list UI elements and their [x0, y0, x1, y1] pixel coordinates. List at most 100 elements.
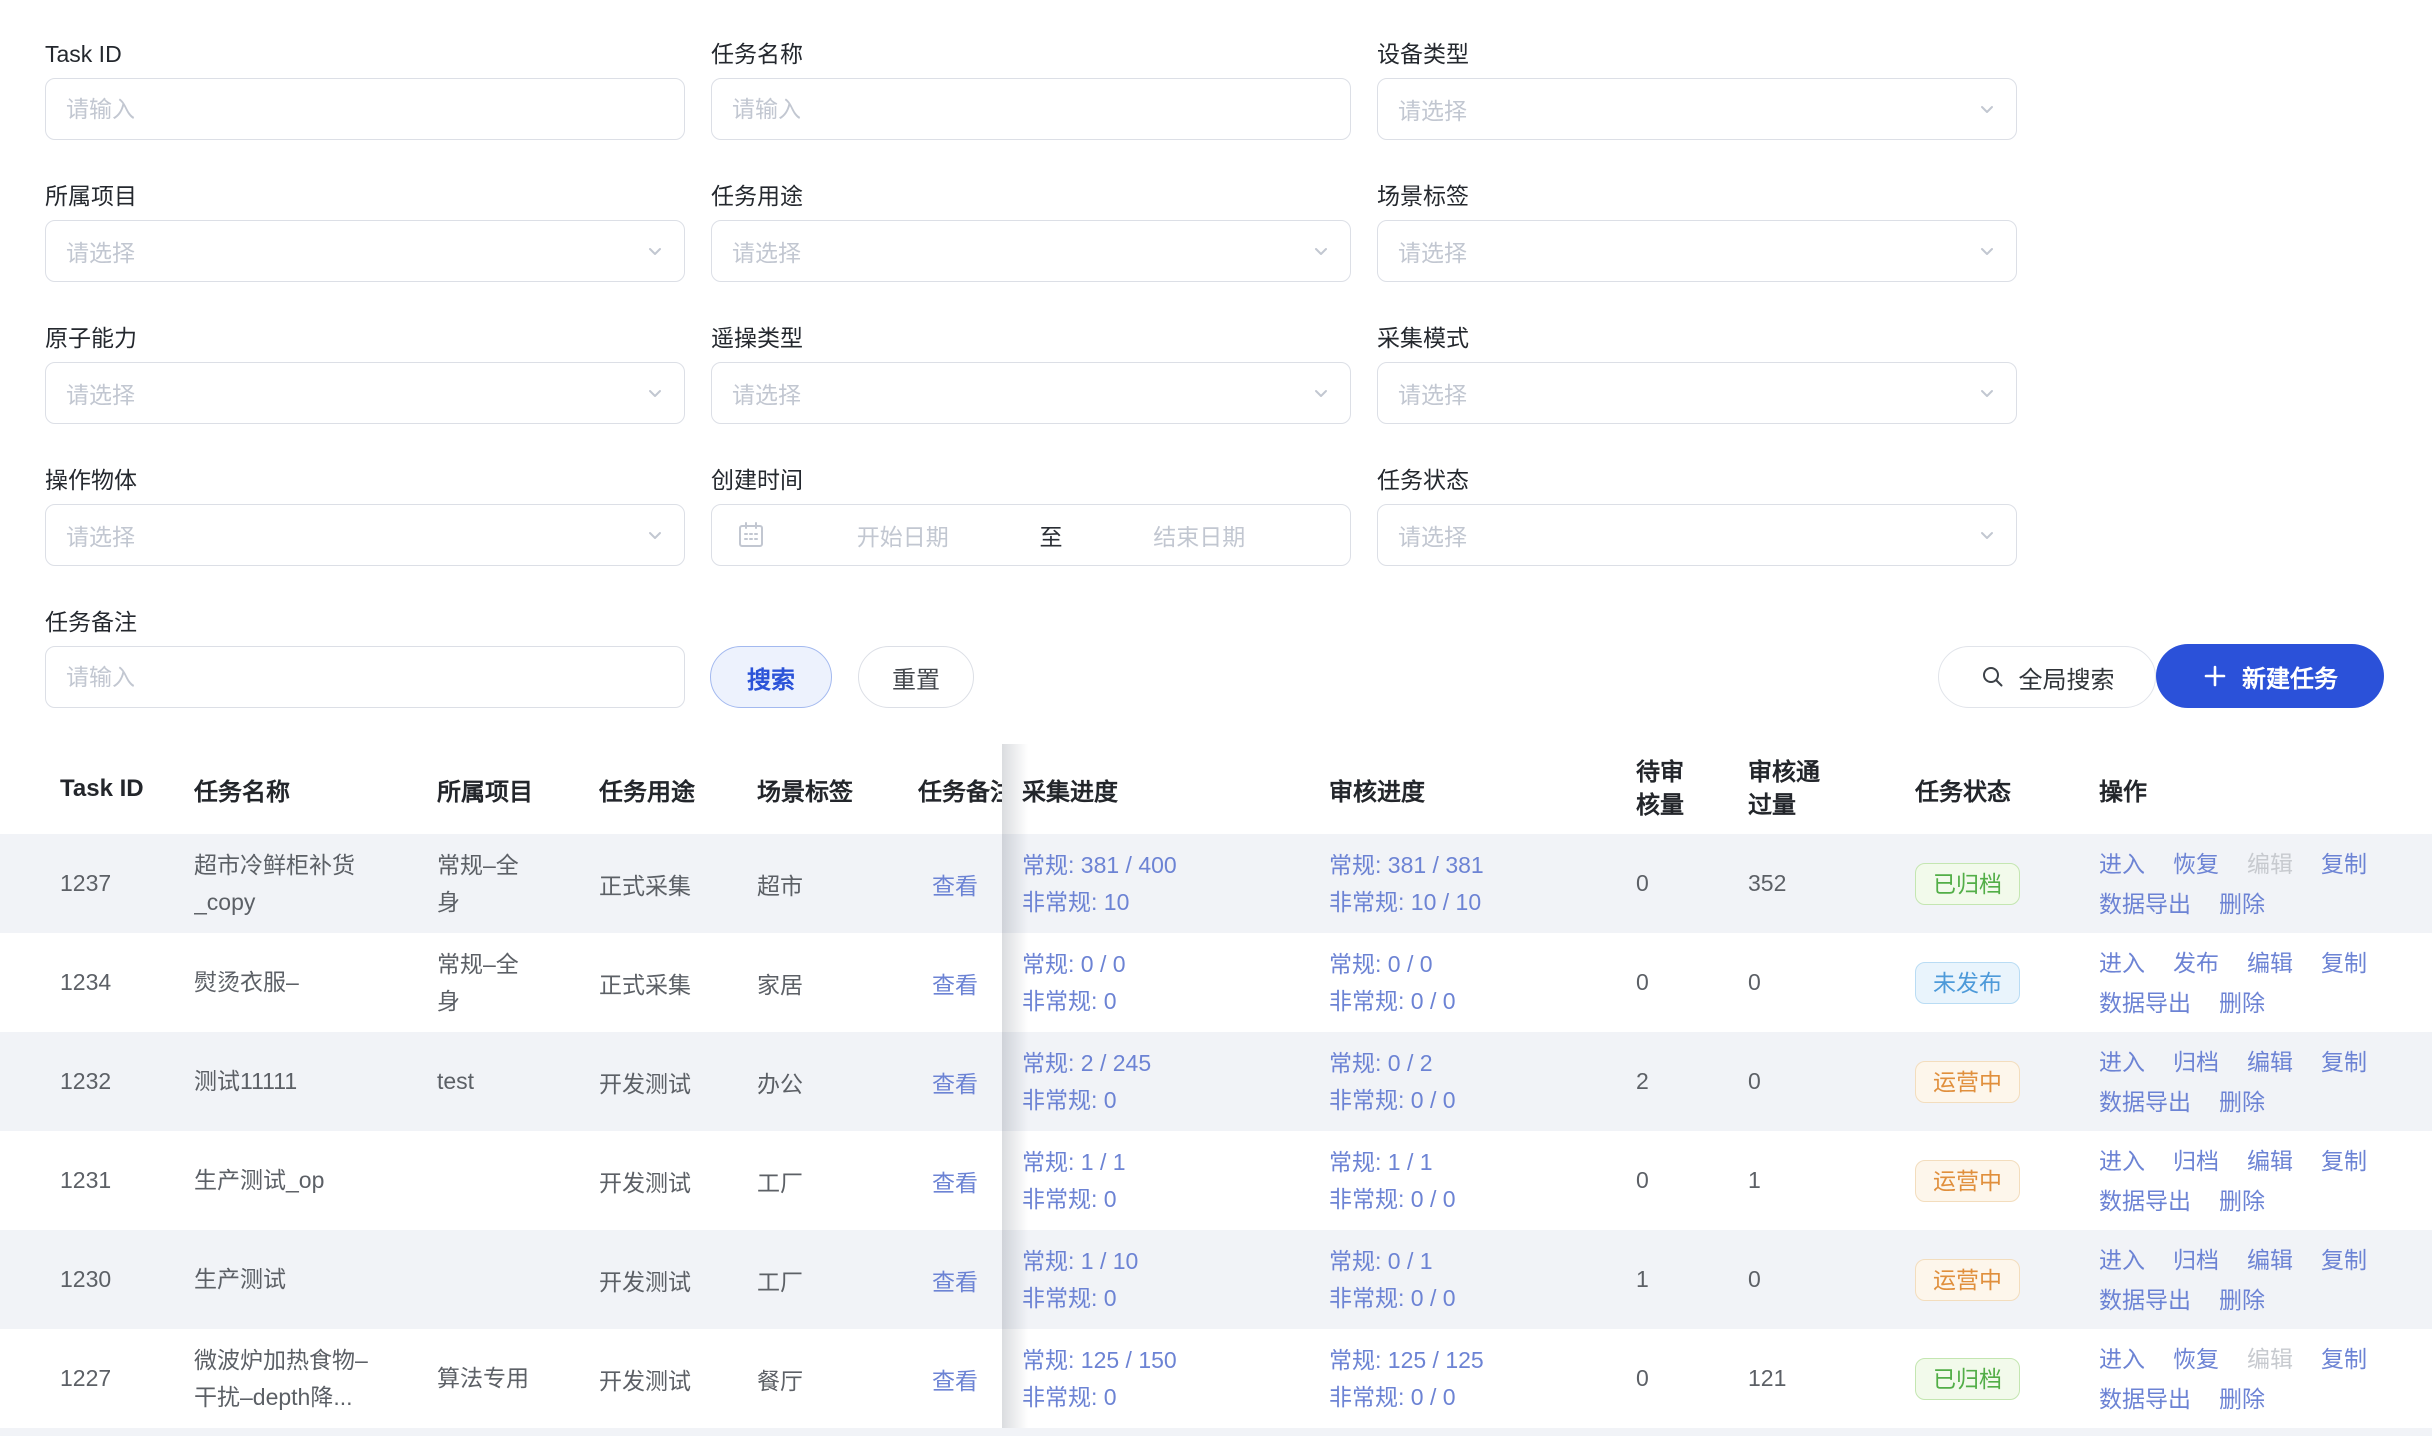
data-export-link[interactable]: 数据导出	[2099, 1386, 2191, 1412]
pending-count: 0	[1616, 1329, 1728, 1428]
project-select[interactable]: 请选择	[45, 220, 685, 282]
review-progress: 常规: 0 / 1非常规: 0 / 0	[1329, 1243, 1616, 1317]
archive-link[interactable]: 归档	[2173, 1247, 2219, 1273]
pending-count: 0	[1616, 834, 1728, 933]
archive-link[interactable]: 归档	[2173, 1049, 2219, 1075]
reset-button[interactable]: 重置	[858, 646, 974, 708]
collect-mode-select[interactable]: 请选择	[1377, 362, 2017, 424]
col-header-scene: 场景标签	[757, 744, 918, 834]
copy-link[interactable]: 复制	[2321, 1247, 2367, 1273]
delete-link[interactable]: 删除	[2219, 1287, 2265, 1313]
copy-link[interactable]: 复制	[2321, 1049, 2367, 1075]
data-export-link[interactable]: 数据导出	[2099, 990, 2191, 1016]
status-badge: 未发布	[1915, 962, 2020, 1004]
enter-link[interactable]: 进入	[2099, 1247, 2145, 1273]
task-status-placeholder: 请选择	[1398, 518, 1467, 552]
restore-link[interactable]: 恢复	[2173, 851, 2219, 877]
purpose-cell: 开发测试	[599, 1230, 757, 1329]
teleop-type-select[interactable]: 请选择	[711, 362, 1351, 424]
task-id-input[interactable]	[66, 79, 664, 139]
field-task-note: 任务备注	[45, 608, 685, 708]
copy-link[interactable]: 复制	[2321, 851, 2367, 877]
archive-link[interactable]: 归档	[2173, 1148, 2219, 1174]
edit-link[interactable]: 编辑	[2247, 1247, 2293, 1273]
field-scene-tag: 场景标签 请选择	[1377, 182, 2017, 282]
data-export-link[interactable]: 数据导出	[2099, 891, 2191, 917]
delete-link[interactable]: 删除	[2219, 1386, 2265, 1412]
project-cell	[437, 1230, 599, 1329]
enter-link[interactable]: 进入	[2099, 1049, 2145, 1075]
collect-mode-label: 采集模式	[1377, 324, 2017, 352]
col-header-status: 任务状态	[1895, 744, 2079, 834]
object-placeholder: 请选择	[66, 518, 135, 552]
view-note-link[interactable]: 查看	[932, 1071, 978, 1097]
purpose-select[interactable]: 请选择	[711, 220, 1351, 282]
publish-link[interactable]: 发布	[2173, 950, 2219, 976]
task-note-input[interactable]	[66, 647, 664, 707]
data-export-link[interactable]: 数据导出	[2099, 1089, 2191, 1115]
atomic-ability-select[interactable]: 请选择	[45, 362, 685, 424]
data-export-link[interactable]: 数据导出	[2099, 1188, 2191, 1214]
task-status-select[interactable]: 请选择	[1377, 504, 2017, 566]
device-type-select[interactable]: 请选择	[1377, 78, 2017, 140]
table-row: 1237 超市冷鲜柜补货_copy 常规–全身 正式采集 超市 查看	[0, 834, 1002, 933]
table-row: 1234 熨烫衣服– 常规–全身 正式采集 家居 查看	[0, 933, 1002, 1032]
field-task-name: 任务名称	[711, 40, 1351, 140]
object-select[interactable]: 请选择	[45, 504, 685, 566]
teleop-type-label: 遥操类型	[711, 324, 1351, 352]
view-note-link[interactable]: 查看	[932, 1269, 978, 1295]
enter-link[interactable]: 进入	[2099, 950, 2145, 976]
field-teleop-type: 遥操类型 请选择	[711, 324, 1351, 424]
review-progress: 常规: 125 / 125非常规: 0 / 0	[1329, 1342, 1616, 1416]
enter-link[interactable]: 进入	[2099, 1148, 2145, 1174]
view-note-link[interactable]: 查看	[932, 873, 978, 899]
chevron-down-icon	[1310, 240, 1332, 262]
end-date-placeholder: 结束日期	[1069, 518, 1331, 552]
object-label: 操作物体	[45, 466, 685, 494]
col-header-review-progress: 审核进度	[1309, 744, 1616, 834]
collect-progress: 常规: 2 / 245非常规: 0	[1022, 1045, 1309, 1119]
delete-link[interactable]: 删除	[2219, 1188, 2265, 1214]
data-export-link[interactable]: 数据导出	[2099, 1287, 2191, 1313]
edit-link[interactable]: 编辑	[2247, 1049, 2293, 1075]
delete-link[interactable]: 删除	[2219, 990, 2265, 1016]
create-task-button[interactable]: 新建任务	[2156, 644, 2384, 708]
task-name-input[interactable]	[732, 79, 1330, 139]
task-status-label: 任务状态	[1377, 466, 2017, 494]
chevron-down-icon	[644, 524, 666, 546]
search-button[interactable]: 搜索	[710, 646, 832, 708]
review-progress: 常规: 0 / 2非常规: 0 / 0	[1329, 1045, 1616, 1119]
create-time-range-picker[interactable]: 开始日期 至 结束日期	[711, 504, 1351, 566]
scene-cell: 超市	[757, 834, 918, 933]
field-device-type: 设备类型 请选择	[1377, 40, 2017, 140]
edit-link[interactable]: 编辑	[2247, 950, 2293, 976]
enter-link[interactable]: 进入	[2099, 1346, 2145, 1372]
date-range-separator: 至	[1034, 518, 1069, 552]
field-task-status: 任务状态 请选择	[1377, 466, 2017, 566]
view-note-link[interactable]: 查看	[932, 972, 978, 998]
task-name-cell: 生产测试_op	[194, 1131, 437, 1230]
global-search-button[interactable]: 全局搜索	[1938, 646, 2156, 708]
row-actions: 进入 归档 编辑 复制 数据导出 删除	[2099, 1141, 2432, 1221]
task-name-label: 任务名称	[711, 40, 1351, 68]
table-header-row: 采集进度 审核进度 待审核量 审核通过量 任务状态 操作	[1002, 744, 2432, 834]
copy-link[interactable]: 复制	[2321, 1346, 2367, 1372]
copy-link[interactable]: 复制	[2321, 950, 2367, 976]
status-badge: 已归档	[1915, 863, 2020, 905]
enter-link[interactable]: 进入	[2099, 851, 2145, 877]
table-row: 常规: 125 / 150非常规: 0 常规: 125 / 125非常规: 0 …	[1002, 1329, 2432, 1428]
scene-cell: 工厂	[757, 1131, 918, 1230]
table-row: 1230 生产测试 开发测试 工厂 查看	[0, 1230, 1002, 1329]
delete-link[interactable]: 删除	[2219, 1089, 2265, 1115]
collect-mode-placeholder: 请选择	[1398, 376, 1467, 410]
edit-link[interactable]: 编辑	[2247, 1148, 2293, 1174]
table-row: 常规: 0 / 0非常规: 0 常规: 0 / 0非常规: 0 / 0 0 0 …	[1002, 933, 2432, 1032]
view-note-link[interactable]: 查看	[932, 1368, 978, 1394]
restore-link[interactable]: 恢复	[2173, 1346, 2219, 1372]
delete-link[interactable]: 删除	[2219, 891, 2265, 917]
purpose-cell: 正式采集	[599, 834, 757, 933]
copy-link[interactable]: 复制	[2321, 1148, 2367, 1174]
task-name-cell: 超市冷鲜柜补货_copy	[194, 834, 437, 933]
view-note-link[interactable]: 查看	[932, 1170, 978, 1196]
scene-tag-select[interactable]: 请选择	[1377, 220, 2017, 282]
